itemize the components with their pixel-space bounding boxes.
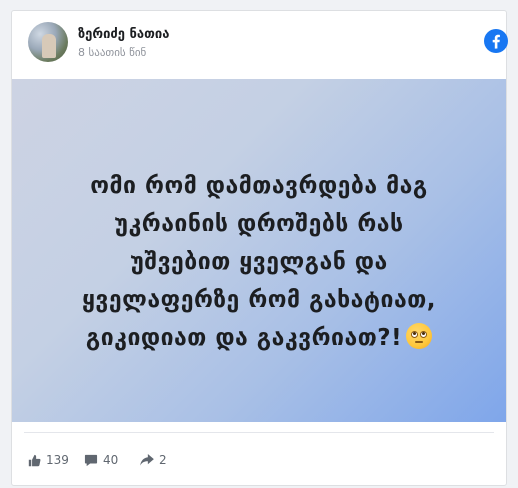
comments-count: 40 <box>103 453 119 467</box>
post-header: ზერიძე ნათია 8 საათის წინ <box>28 22 508 64</box>
emoji-eye <box>420 331 428 338</box>
thumbs-up-icon <box>28 454 41 467</box>
post-text-line: ყველაფერზე რომ გახატიათ, <box>81 287 437 313</box>
post-text-line: უშვებით ყველგან და <box>130 249 388 275</box>
emoji-mouth <box>415 341 424 343</box>
facebook-logo-icon[interactable] <box>484 29 508 53</box>
post-text-line-last: გიკიდიათ და გაკვრიათ?! <box>42 319 476 357</box>
post-image[interactable]: ომი რომ დამთავრდება მაგ უკრაინის დროშებს… <box>12 79 506 422</box>
likes-stat[interactable]: 139 <box>28 451 69 469</box>
footer-divider <box>24 432 494 433</box>
eye-roll-emoji-icon <box>406 323 433 349</box>
post-text-line: გიკიდიათ და გაკვრიათ?! <box>85 325 403 351</box>
post-time[interactable]: 8 საათის წინ <box>78 46 146 59</box>
emoji-pupil <box>413 332 417 335</box>
shares-count: 2 <box>159 453 167 467</box>
likes-count: 139 <box>46 453 69 467</box>
emoji-pupil <box>422 332 426 335</box>
post-text: ომი რომ დამთავრდება მაგ უკრაინის დროშებს… <box>42 167 476 357</box>
emoji-eye <box>411 331 419 338</box>
shares-stat[interactable]: 2 <box>140 451 167 469</box>
speech-bubble-icon <box>84 454 98 467</box>
post-text-line: უკრაინის დროშებს რას <box>114 211 404 237</box>
post-text-line: ომი რომ დამთავრდება მაგ <box>90 173 428 199</box>
avatar-figure <box>42 34 56 58</box>
share-arrow-icon <box>140 454 154 466</box>
avatar[interactable] <box>28 22 68 62</box>
post-stats: 139 40 2 <box>28 451 328 469</box>
post-card: ზერიძე ნათია 8 საათის წინ ომი რომ დამთავ… <box>11 10 508 486</box>
author-name[interactable]: ზერიძე ნათია <box>78 27 169 42</box>
comments-stat[interactable]: 40 <box>84 451 118 469</box>
